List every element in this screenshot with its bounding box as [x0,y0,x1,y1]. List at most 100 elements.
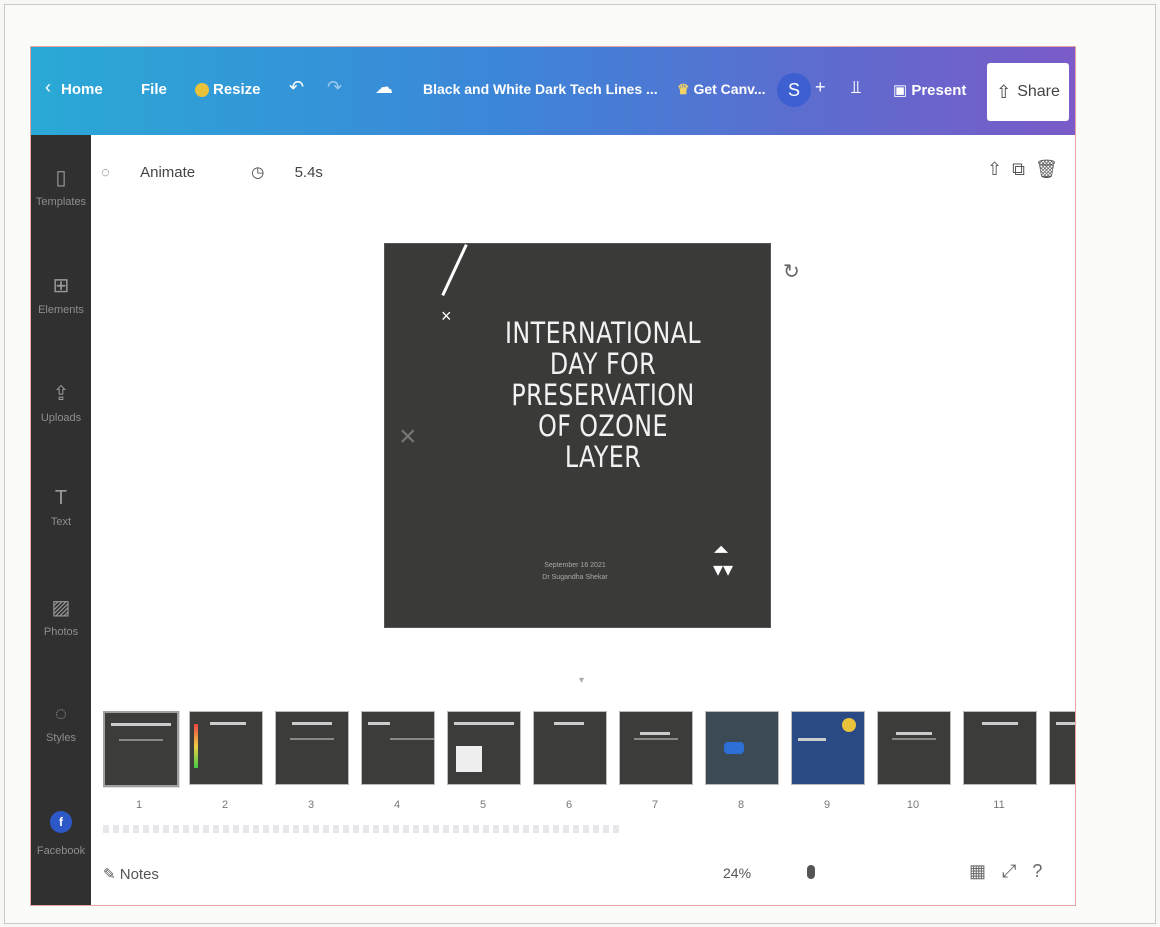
sidebar-item-elements[interactable]: ⊞ Elements [31,273,91,316]
thumb-title [454,722,514,725]
present-label: Present [911,82,967,99]
add-page-icon[interactable]: ⇧ [987,159,1012,179]
sidebar: ▯ Templates ⊞ Elements ⇪ Uploads T Text … [31,135,91,905]
text-icon: T [54,487,68,509]
page-thumbnail[interactable] [361,711,435,785]
page-thumbnail[interactable] [189,711,263,785]
logo-icon: ⏶ ▾▾ [713,539,734,581]
collapse-pages-icon[interactable]: ▾ [579,675,584,686]
page-thumbnail[interactable] [791,711,865,785]
home-button[interactable]: Home [61,81,103,98]
slide-title-line: PRESERVATION [511,378,695,412]
sidebar-item-label: Styles [46,732,76,744]
share-icon: ⇧ [996,81,1012,102]
page-thumbnail[interactable] [877,711,951,785]
page-thumbnail[interactable] [963,711,1037,785]
page-thumbnail[interactable] [533,711,607,785]
crown-icon [195,83,209,98]
templates-icon: ▯ [55,167,67,189]
animate-button[interactable]: ◌ Animate [101,164,221,181]
thumb-image [724,742,744,754]
redo-icon[interactable]: ↷ [327,77,342,98]
page-number: 8 [737,799,745,811]
thumb-text [390,738,434,740]
present-button[interactable]: ▣ Present [893,81,966,99]
add-collaborator-icon[interactable]: + [815,77,826,98]
page-thumbnail[interactable] [705,711,779,785]
slide-title[interactable]: INTERNATIONAL DAY FOR PRESERVATION OF OZ… [472,318,734,473]
present-icon: ▣ [893,82,912,99]
sidebar-item-label: Elements [38,304,84,316]
undo-icon[interactable]: ↶ [289,77,304,98]
page-thumbnail[interactable] [619,711,693,785]
slide-title-line: INTERNATIONAL [505,316,701,350]
page-number: 6 [565,799,573,811]
file-menu[interactable]: File [141,81,167,98]
cloud-save-icon[interactable]: ☁ [375,77,393,98]
sidebar-item-label: Photos [43,626,79,638]
help-icon[interactable]: ? [1032,861,1058,881]
sidebar-item-templates[interactable]: ▯ Templates [31,165,91,208]
top-bar: ‹ Home File Resize ↶ ↷ ☁ Black and White… [31,47,1075,135]
resize-button[interactable]: Resize [195,81,261,98]
animate-label: Animate [140,164,196,181]
page-thumbnail[interactable] [103,711,180,788]
thumb-image [456,746,482,772]
facebook-icon: f [50,811,72,833]
page-thumbnail[interactable] [447,711,521,785]
avatar[interactable]: S [777,73,811,107]
slide-canvas[interactable]: × × INTERNATIONAL DAY FOR PRESERVATION O… [384,243,771,628]
duration-button[interactable]: ◷ 5.4s [251,164,349,181]
resize-label: Resize [213,81,261,98]
thumb-bar [194,724,198,768]
zoom-slider[interactable] [807,865,815,879]
sidebar-item-label: Uploads [40,412,82,424]
fullscreen-icon[interactable]: ⤢ [1002,861,1032,881]
grid-view-icon[interactable]: ▦ [969,861,1002,881]
thumb-text [634,738,678,740]
thumb-image [842,718,856,732]
x-decoration-icon: × [441,306,452,326]
sidebar-item-facebook[interactable]: f Facebook [31,811,91,857]
notes-label: Notes [119,866,159,883]
sidebar-item-label: Facebook [36,845,86,857]
rotate-icon[interactable]: ↻ [783,259,800,284]
thumb-text [290,738,334,740]
insights-icon[interactable]: ⫫ [851,77,861,98]
thumb-text [119,739,163,741]
sidebar-item-uploads[interactable]: ⇪ Uploads [31,381,91,424]
thumb-title [896,732,932,735]
get-canva-pro-button[interactable]: ♛ Get Canv... [677,81,766,98]
thumb-title [982,722,1018,725]
sidebar-item-styles[interactable]: ◌ Styles [31,703,91,744]
sidebar-item-label: Text [50,516,72,528]
animate-icon: ◌ [101,164,115,181]
duplicate-page-icon[interactable]: ⧉ [1012,159,1035,179]
thumb-title [554,722,584,725]
delete-page-icon[interactable]: 🗑 [1035,159,1068,179]
duration-label: 5.4s [294,164,323,181]
page-number: 5 [479,799,487,811]
get-canva-label: Get Canv... [693,81,766,97]
share-button[interactable]: ⇧ Share [987,63,1069,121]
chevron-left-icon[interactable]: ‹ [45,77,51,98]
page-thumbnail[interactable] [275,711,349,785]
sidebar-item-text[interactable]: T Text [31,487,91,528]
slide-title-line: OF OZONE [538,409,668,443]
page-number: 4 [393,799,401,811]
page-number: 2 [221,799,229,811]
page-number: 3 [307,799,315,811]
sidebar-item-photos[interactable]: ▨ Photos [31,595,91,638]
thumb-title [368,722,390,725]
thumb-title [292,722,332,725]
scrollbar[interactable] [103,825,623,833]
notes-button[interactable]: ✎ Notes [103,865,159,883]
sidebar-item-label: Templates [35,196,87,208]
document-title[interactable]: Black and White Dark Tech Lines ... [423,81,658,97]
crown-icon: ♛ [677,81,694,97]
notes-icon: ✎ [103,866,120,883]
page-thumbnail[interactable] [1049,711,1075,785]
slide-subtitle[interactable]: September 16 2021 Dr Sugandha Shekar [485,560,665,584]
page-number: 11 [993,799,1005,811]
slide-date: September 16 2021 [544,562,606,569]
